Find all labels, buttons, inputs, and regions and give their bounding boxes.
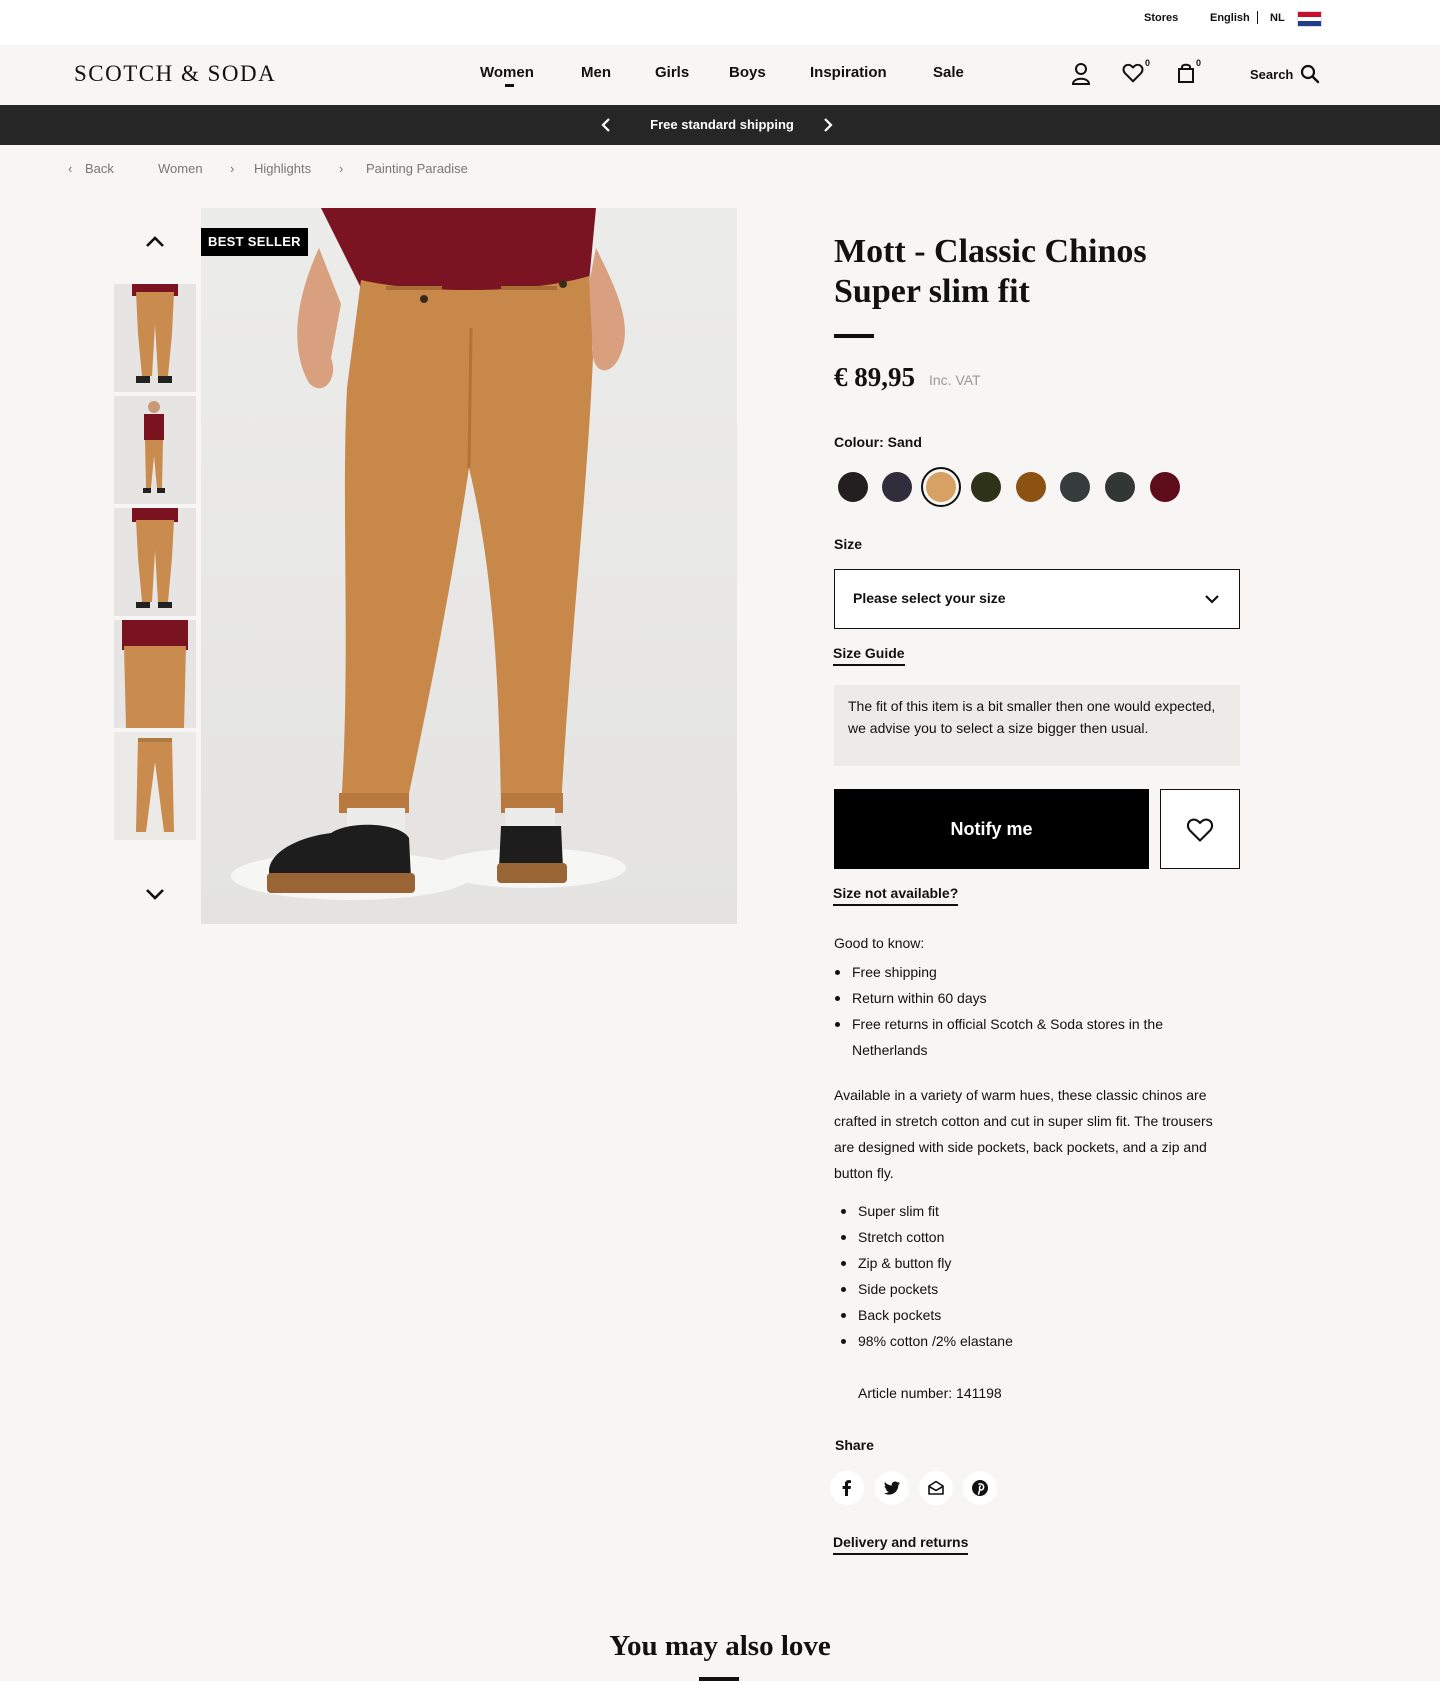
title-divider — [834, 334, 874, 338]
heart-icon — [1186, 818, 1214, 842]
add-to-wishlist-button[interactable] — [1160, 789, 1240, 869]
wishlist-heart-icon[interactable] — [1122, 62, 1144, 84]
chevron-down-icon — [1205, 595, 1219, 604]
divider — [1257, 11, 1258, 24]
promo-banner: Free standard shipping — [0, 105, 1440, 145]
nav-women[interactable]: Women — [480, 64, 534, 81]
recommendations-divider — [699, 1677, 739, 1681]
swatch-burgundy[interactable] — [1150, 472, 1180, 502]
breadcrumb-painting-paradise[interactable]: Painting Paradise — [366, 161, 468, 176]
good-to-know-list: Free shipping Return within 60 days Free… — [834, 959, 1224, 1063]
size-select[interactable]: Please select your size — [834, 569, 1240, 629]
colour-label: Colour: Sand — [834, 434, 922, 450]
list-item: Return within 60 days — [834, 985, 1224, 1011]
search-label[interactable]: Search — [1250, 67, 1293, 82]
country-link[interactable]: NL — [1270, 12, 1285, 24]
list-item: Super slim fit — [840, 1198, 1013, 1224]
account-icon[interactable] — [1071, 62, 1091, 86]
thumbnail-up-arrow-icon[interactable] — [141, 228, 169, 256]
utility-bar: Stores English NL — [0, 0, 1440, 45]
promo-next-arrow-icon[interactable] — [818, 116, 836, 134]
nav-inspiration[interactable]: Inspiration — [810, 64, 887, 81]
breadcrumb-separator-icon: › — [339, 161, 344, 176]
product-title-line-2: Super slim fit — [834, 273, 1030, 310]
good-to-know-title: Good to know: — [834, 935, 925, 951]
main-header: SCOTCH & SODA Women Men Girls Boys Inspi… — [0, 45, 1440, 105]
breadcrumb-separator-icon: › — [230, 161, 235, 176]
delivery-and-returns-link[interactable]: Delivery and returns — [833, 1534, 969, 1555]
pinterest-icon[interactable] — [963, 1471, 997, 1505]
article-number: Article number: 141198 — [858, 1385, 1002, 1401]
swatch-dark-grey[interactable] — [1105, 472, 1135, 502]
size-label: Size — [834, 536, 863, 552]
thumbnail-2[interactable] — [114, 396, 196, 504]
breadcrumb-women[interactable]: Women — [158, 161, 203, 176]
swatch-olive[interactable] — [971, 472, 1001, 502]
back-chevron-icon[interactable]: ‹ — [68, 161, 72, 176]
feature-list: Super slim fit Stretch cotton Zip & butt… — [840, 1198, 1013, 1354]
twitter-icon[interactable] — [875, 1471, 909, 1505]
thumbnail-3[interactable] — [114, 508, 196, 616]
swatch-charcoal[interactable] — [1060, 472, 1090, 502]
thumbnail-down-arrow-icon[interactable] — [141, 880, 169, 908]
swatch-navy[interactable] — [882, 472, 912, 502]
product-description: Available in a variety of warm hues, the… — [834, 1087, 1213, 1181]
cart-count-badge: 0 — [1196, 58, 1202, 68]
shopping-bag-icon[interactable] — [1177, 62, 1195, 84]
nav-girls[interactable]: Girls — [655, 64, 689, 81]
list-item: 98% cotton /2% elastane — [840, 1328, 1013, 1354]
product-title-line-1: Mott - Classic Chinos — [834, 233, 1147, 270]
list-item: Side pockets — [840, 1276, 1013, 1302]
swatch-caramel[interactable] — [1016, 472, 1046, 502]
size-guide-link[interactable]: Size Guide — [833, 645, 905, 666]
thumbnail-1[interactable] — [114, 284, 196, 392]
thumbnail-4[interactable] — [114, 620, 196, 728]
vat-note: Inc. VAT — [929, 372, 981, 388]
list-item: Back pockets — [840, 1302, 1013, 1328]
list-item: Zip & button fly — [840, 1250, 1013, 1276]
size-not-available-link[interactable]: Size not available? — [833, 885, 959, 906]
best-seller-badge: BEST SELLER — [201, 228, 308, 256]
promo-text: Free standard shipping — [650, 117, 794, 132]
swatch-sand[interactable] — [926, 472, 956, 502]
wishlist-count-badge: 0 — [1145, 58, 1151, 68]
main-product-image[interactable] — [201, 208, 737, 924]
stores-link[interactable]: Stores — [1144, 12, 1178, 24]
brand-logo[interactable]: SCOTCH & SODA — [74, 61, 276, 87]
language-link[interactable]: English — [1210, 12, 1250, 24]
list-item: Free shipping — [834, 959, 1224, 985]
product-price: € 89,95 — [834, 362, 915, 392]
share-label: Share — [835, 1437, 874, 1453]
notify-me-button[interactable]: Notify me — [834, 789, 1149, 869]
product-title: Mott - Classic Chinos Super slim fit — [834, 232, 1254, 312]
list-item: Free returns in official Scotch & Soda s… — [834, 1011, 1224, 1063]
netherlands-flag-icon[interactable] — [1297, 11, 1322, 27]
fit-note: The fit of this item is a bit smaller th… — [834, 685, 1240, 766]
nav-boys[interactable]: Boys — [729, 64, 766, 81]
list-item: Stretch cotton — [840, 1224, 1013, 1250]
thumbnail-5[interactable] — [114, 732, 196, 840]
recommendations-title: You may also love — [609, 1630, 831, 1662]
breadcrumb-back[interactable]: Back — [85, 161, 114, 176]
nav-sale[interactable]: Sale — [933, 64, 964, 81]
nav-men[interactable]: Men — [581, 64, 611, 81]
breadcrumb-highlights[interactable]: Highlights — [254, 161, 311, 176]
facebook-icon[interactable] — [830, 1471, 864, 1505]
nav-active-indicator — [505, 84, 514, 87]
swatch-black[interactable] — [838, 472, 868, 502]
size-select-placeholder: Please select your size — [853, 590, 1006, 606]
search-icon[interactable] — [1300, 64, 1320, 84]
email-icon[interactable] — [919, 1471, 953, 1505]
